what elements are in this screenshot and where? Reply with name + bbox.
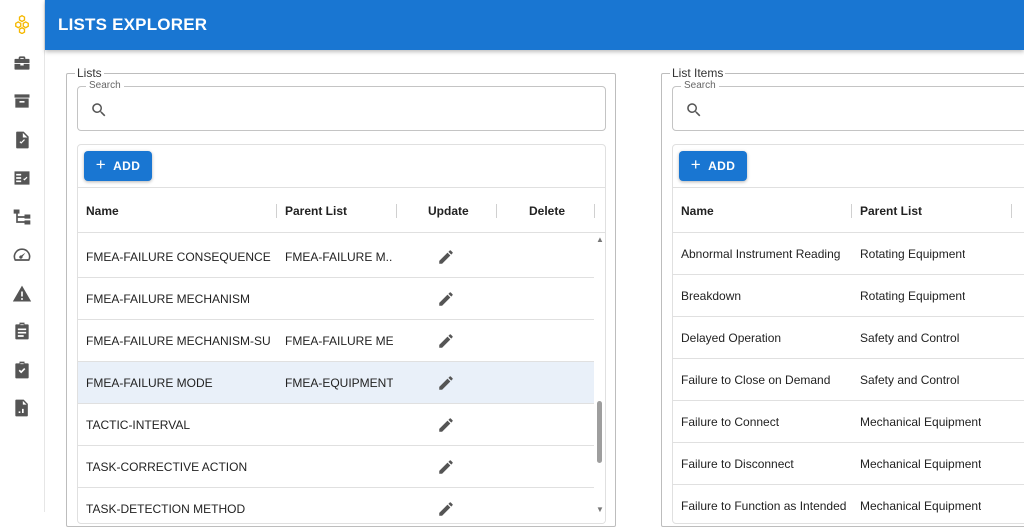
page-title: LISTS EXPLORER	[58, 15, 208, 34]
cell-name: FMEA-FAILURE CONSEQUENCE	[86, 250, 271, 264]
pencil-icon[interactable]	[437, 332, 455, 350]
scrollbar-thumb[interactable]	[597, 401, 602, 463]
pencil-icon[interactable]	[437, 290, 455, 308]
file-check-icon[interactable]	[12, 130, 32, 150]
column-separator[interactable]	[1011, 204, 1012, 218]
column-header-parent-list[interactable]: Parent List	[285, 204, 347, 218]
archive-icon[interactable]	[12, 91, 32, 111]
lists-add-button[interactable]: + ADD	[84, 151, 152, 181]
plus-icon: +	[95, 155, 107, 174]
column-separator[interactable]	[396, 204, 397, 218]
speedometer-icon[interactable]	[12, 245, 32, 265]
cell-name: TACTIC-INTERVAL	[86, 418, 191, 432]
cell-parent-list: FMEA-EQUIPMENT...	[285, 376, 393, 390]
list-items-search-field[interactable]: Search	[672, 80, 1024, 131]
list-items-add-button[interactable]: + ADD	[679, 151, 747, 181]
table-row[interactable]: Abnormal Instrument Reading Rotating Equ…	[673, 233, 1024, 275]
cell-parent-list: Mechanical Equipment	[860, 457, 982, 471]
clipboard-icon[interactable]	[12, 321, 32, 341]
list-items-grid-body: Abnormal Instrument Reading Rotating Equ…	[673, 233, 1024, 523]
cell-parent-list: FMEA-FAILURE ME...	[285, 334, 393, 348]
cell-parent-list: Rotating Equipment	[860, 247, 966, 261]
table-row[interactable]: Failure to Close on Demand Safety and Co…	[673, 359, 1024, 401]
lists-search-input[interactable]	[116, 97, 538, 121]
table-row[interactable]: TACTIC-INTERVAL	[78, 404, 595, 446]
list-items-search-label: Search	[681, 80, 719, 91]
cell-parent-list: Safety and Control	[860, 373, 960, 387]
table-row[interactable]: FMEA-FAILURE CONSEQUENCE FMEA-FAILURE M.…	[78, 236, 595, 278]
cell-parent-list: Rotating Equipment	[860, 289, 966, 303]
plus-icon: +	[690, 155, 702, 174]
cell-name: Abnormal Instrument Reading	[681, 247, 841, 261]
cell-name: Delayed Operation	[681, 331, 782, 345]
column-separator[interactable]	[496, 204, 497, 218]
scroll-down-arrow-icon[interactable]: ▼	[594, 505, 605, 514]
table-row-selected[interactable]: FMEA-FAILURE MODE FMEA-EQUIPMENT...	[78, 362, 595, 404]
search-icon	[90, 101, 108, 119]
column-header-update[interactable]: Update	[428, 204, 469, 218]
lists-search-label: Search	[86, 80, 124, 91]
list-items-add-label: ADD	[708, 159, 736, 173]
pencil-icon[interactable]	[437, 458, 455, 476]
pencil-icon[interactable]	[437, 416, 455, 434]
list-items-grid: + ADD Name Parent List Abnormal Instrume…	[672, 144, 1024, 524]
cell-name: FMEA-FAILURE MODE	[86, 376, 213, 390]
lists-grid: + ADD Name Parent List Update Delete FME…	[77, 144, 606, 524]
table-row[interactable]: Failure to Function as Intended Mechanic…	[673, 485, 1024, 523]
sidebar	[0, 0, 45, 512]
checklist-icon[interactable]	[12, 168, 32, 188]
scroll-up-arrow-icon[interactable]: ▲	[594, 235, 605, 244]
list-items-panel-legend: List Items	[672, 66, 724, 80]
table-row[interactable]: Failure to Disconnect Mechanical Equipme…	[673, 443, 1024, 485]
clipboard-check-icon[interactable]	[12, 360, 32, 380]
lists-grid-header: Name Parent List Update Delete	[78, 187, 605, 233]
list-items-search-input[interactable]	[711, 97, 1006, 121]
report-icon[interactable]	[12, 398, 32, 418]
column-separator[interactable]	[276, 204, 277, 218]
table-row[interactable]: TASK-CORRECTIVE ACTION	[78, 446, 595, 488]
cell-name: TASK-DETECTION METHOD	[86, 502, 246, 516]
cell-name: Breakdown	[681, 289, 742, 303]
cell-parent-list: FMEA-FAILURE M...	[285, 250, 393, 264]
column-header-name[interactable]: Name	[681, 204, 714, 218]
cell-name: Failure to Close on Demand	[681, 373, 831, 387]
cell-name: TASK-CORRECTIVE ACTION	[86, 460, 248, 474]
pencil-icon[interactable]	[437, 374, 455, 392]
table-row[interactable]: Breakdown Rotating Equipment	[673, 275, 1024, 317]
column-separator[interactable]	[851, 204, 852, 218]
warning-icon[interactable]	[12, 284, 32, 304]
table-row[interactable]: FMEA-FAILURE MECHANISM-SUB FMEA-FAILURE …	[78, 320, 595, 362]
lists-panel-legend: Lists	[77, 66, 102, 80]
cell-name: FMEA-FAILURE MECHANISM	[86, 292, 251, 306]
cell-name: Failure to Connect	[681, 415, 780, 429]
column-header-parent-list[interactable]: Parent List	[860, 204, 922, 218]
top-app-bar: LISTS EXPLORER	[45, 0, 1024, 50]
search-icon	[685, 101, 703, 119]
lists-grid-body: FMEA-FAILURE CONSEQUENCE FMEA-FAILURE M.…	[78, 236, 605, 523]
hierarchy-icon[interactable]	[12, 207, 32, 227]
pencil-icon[interactable]	[437, 248, 455, 266]
lists-search-field[interactable]: Search	[77, 80, 606, 131]
table-row[interactable]: TASK-DETECTION METHOD	[78, 488, 595, 523]
hexagon-logo-icon[interactable]	[12, 14, 32, 34]
cell-parent-list: Safety and Control	[860, 331, 960, 345]
list-items-grid-header: Name Parent List	[673, 187, 1024, 233]
cell-parent-list: Mechanical Equipment	[860, 415, 982, 429]
column-separator[interactable]	[594, 204, 595, 218]
table-row[interactable]: Failure to Connect Mechanical Equipment	[673, 401, 1024, 443]
lists-scrollbar[interactable]: ▲ ▼	[594, 233, 605, 523]
briefcase-icon[interactable]	[12, 53, 32, 73]
cell-parent-list: Mechanical Equipment	[860, 499, 982, 513]
table-row[interactable]: FMEA-FAILURE MECHANISM	[78, 278, 595, 320]
column-header-name[interactable]: Name	[86, 204, 119, 218]
cell-name: Failure to Disconnect	[681, 457, 794, 471]
cell-name: FMEA-FAILURE MECHANISM-SUB	[86, 334, 271, 348]
cell-name: Failure to Function as Intended	[681, 499, 847, 513]
pencil-icon[interactable]	[437, 500, 455, 518]
column-header-delete[interactable]: Delete	[529, 204, 565, 218]
lists-add-label: ADD	[113, 159, 141, 173]
table-row[interactable]: Delayed Operation Safety and Control	[673, 317, 1024, 359]
